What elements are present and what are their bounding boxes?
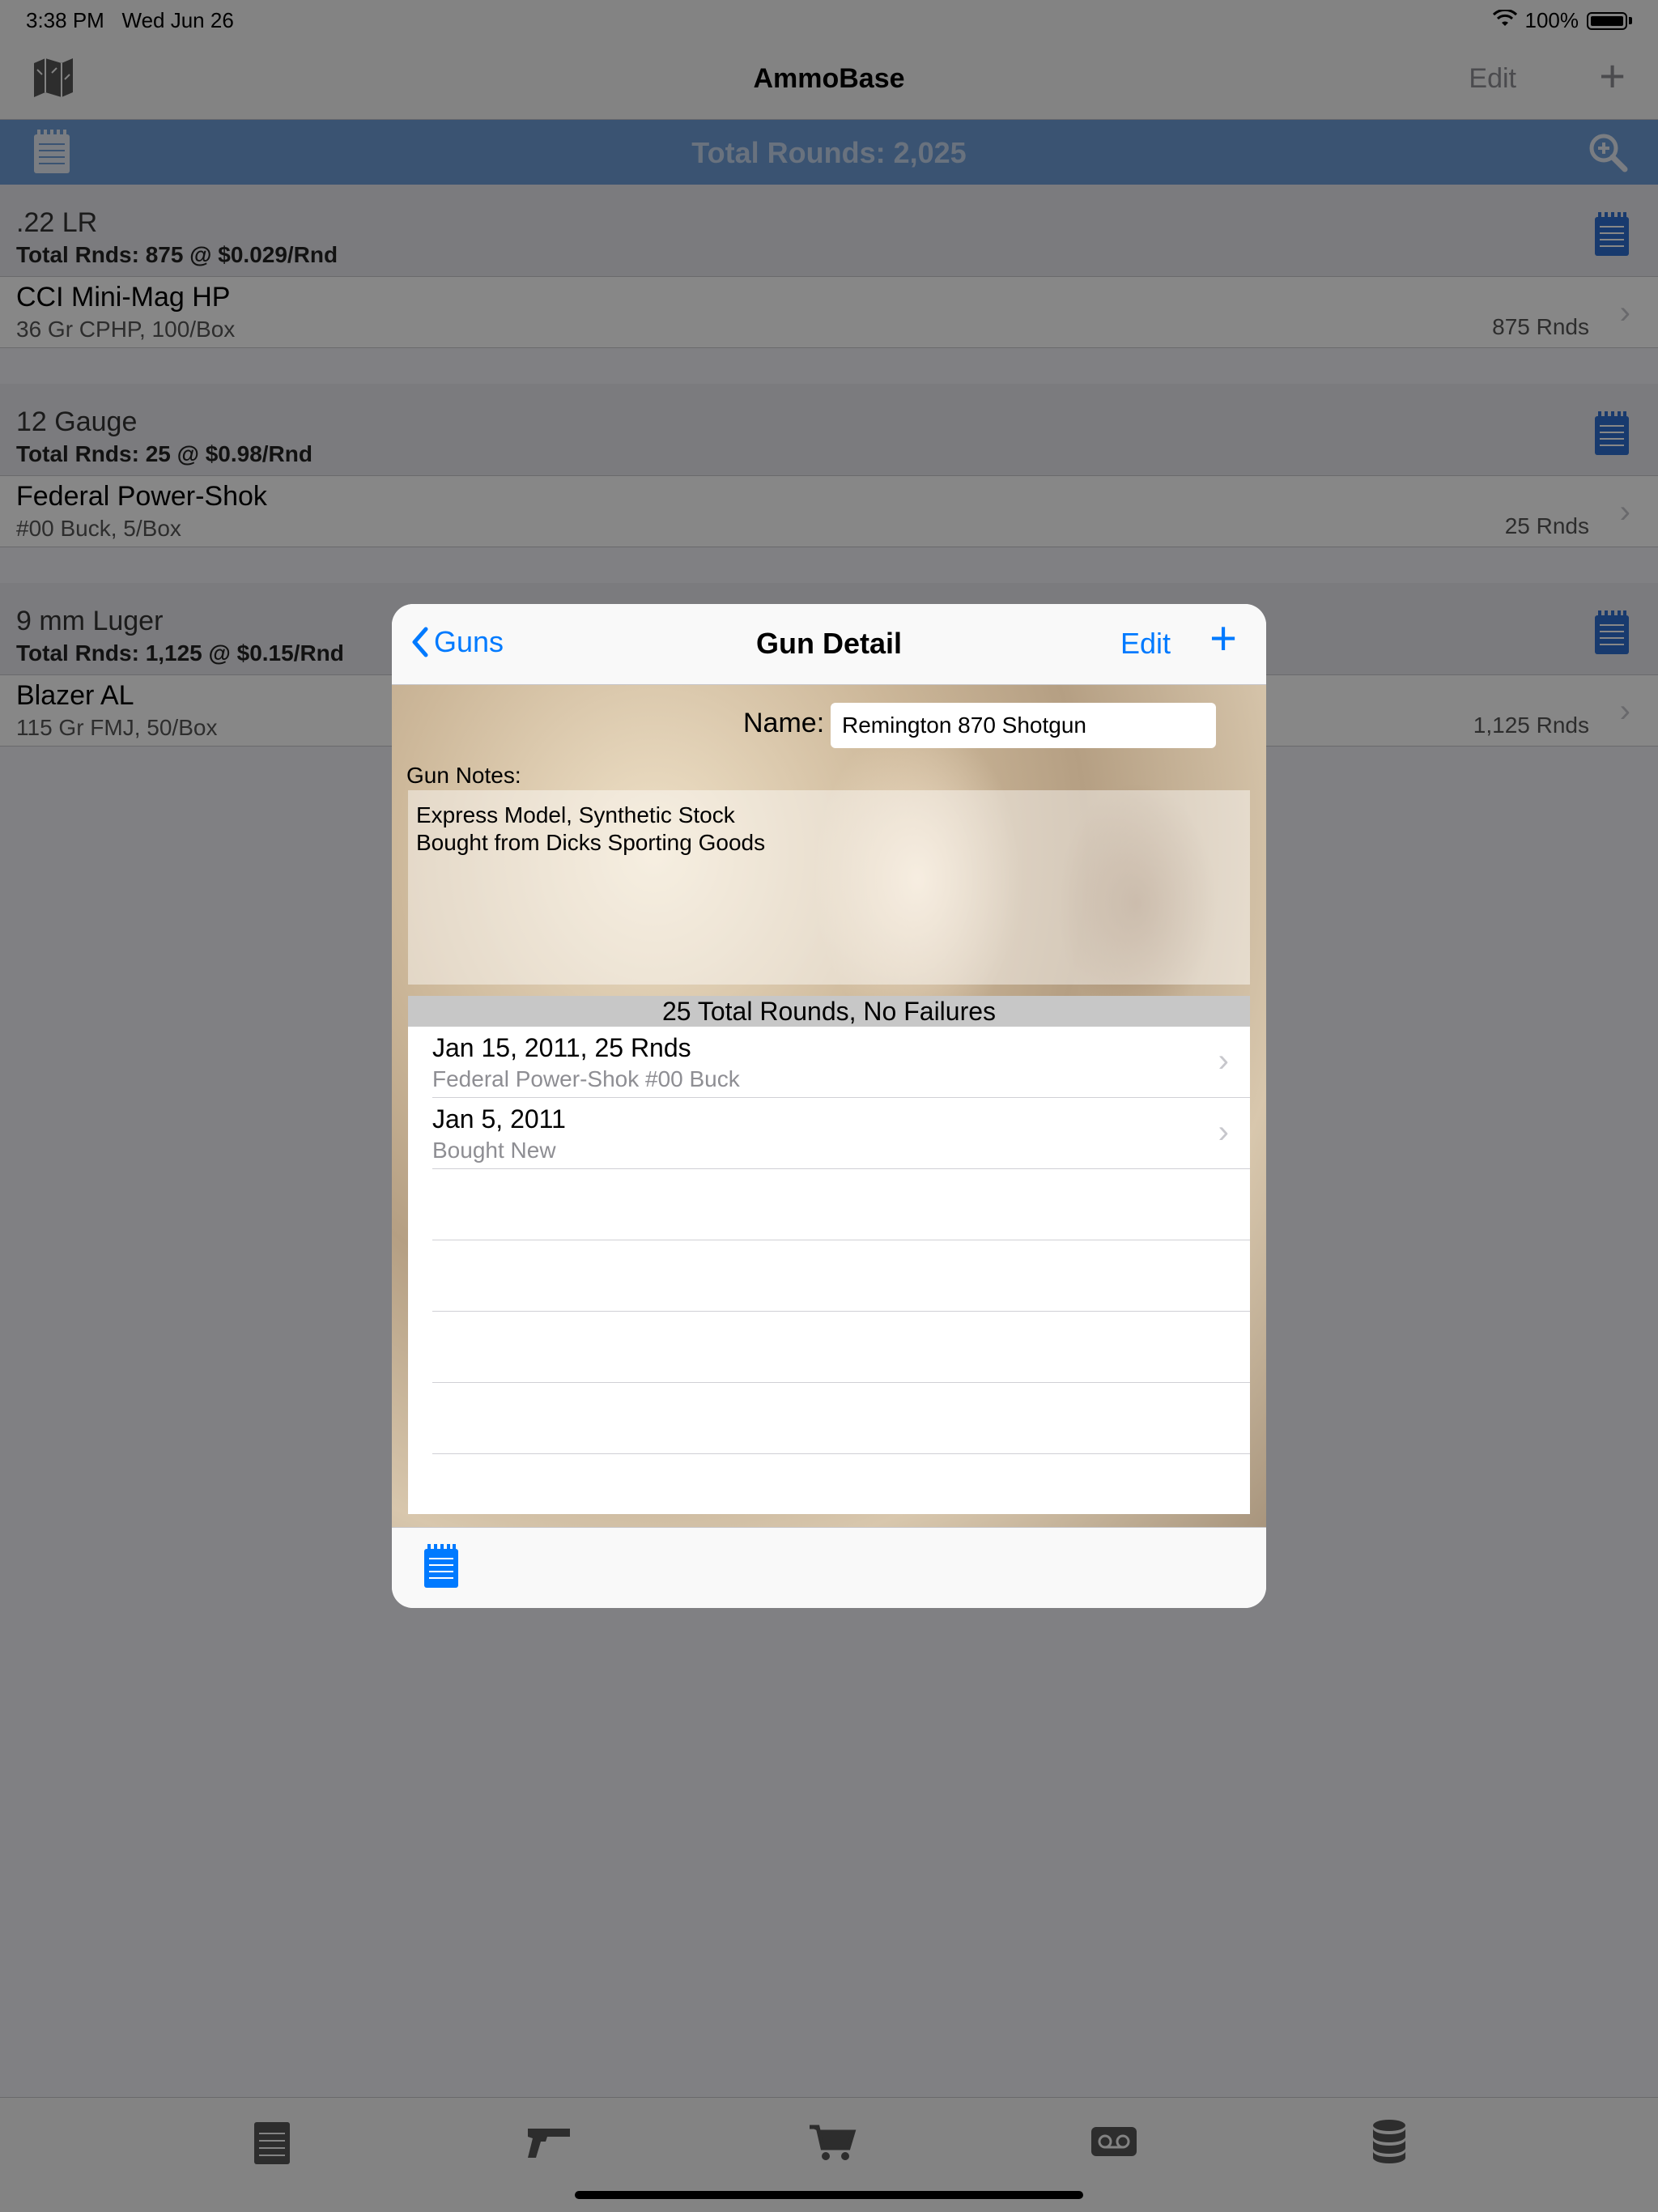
modal-body: Name: Gun Notes: Express Model, Syntheti…	[392, 685, 1266, 1527]
modal-add-button[interactable]: +	[1209, 615, 1237, 662]
home-indicator[interactable]	[575, 2191, 1083, 2199]
event-subtitle: Bought New	[432, 1138, 556, 1163]
modal-edit-button[interactable]: Edit	[1120, 627, 1171, 661]
empty-row	[432, 1240, 1250, 1312]
gun-detail-modal: Guns Gun Detail Edit + Name: Gun Notes: …	[392, 604, 1266, 1608]
notes-label: Gun Notes:	[406, 763, 521, 788]
empty-row	[432, 1169, 1250, 1240]
event-title: Jan 5, 2011	[432, 1104, 566, 1134]
modal-navbar: Guns Gun Detail Edit +	[392, 604, 1266, 685]
events-table: 25 Total Rounds, No Failures Jan 15, 201…	[408, 996, 1250, 1514]
chevron-right-icon: ›	[1218, 1114, 1229, 1150]
event-row[interactable]: Jan 15, 2011, 25 Rnds Federal Power-Shok…	[432, 1027, 1250, 1098]
empty-row	[432, 1383, 1250, 1454]
event-title: Jan 15, 2011, 25 Rnds	[432, 1033, 691, 1062]
chevron-right-icon: ›	[1218, 1043, 1229, 1078]
event-row[interactable]: Jan 5, 2011 Bought New ›	[432, 1098, 1250, 1169]
gun-notes-field[interactable]: Express Model, Synthetic Stock Bought fr…	[408, 790, 1250, 985]
name-label: Name:	[743, 708, 825, 738]
modal-toolbar	[392, 1527, 1266, 1608]
empty-row	[432, 1312, 1250, 1383]
gun-name-field[interactable]	[831, 703, 1216, 748]
events-summary: 25 Total Rounds, No Failures	[408, 996, 1250, 1027]
notes-icon[interactable]	[423, 1544, 460, 1589]
event-subtitle: Federal Power-Shok #00 Buck	[432, 1066, 740, 1091]
